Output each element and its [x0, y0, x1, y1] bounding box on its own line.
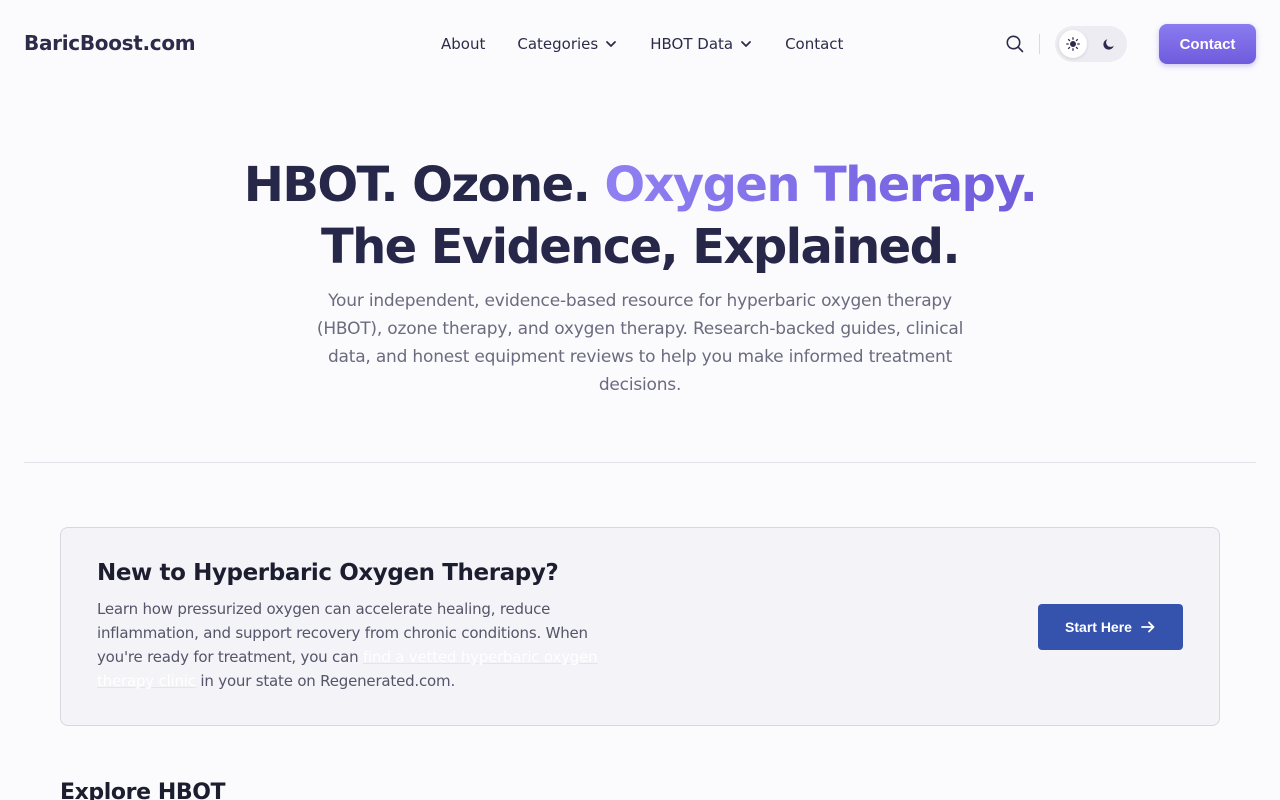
hero-title-part1: HBOT. Ozone.	[243, 157, 605, 213]
chevron-down-icon	[741, 41, 751, 47]
callout-body: Learn how pressurized oxygen can acceler…	[97, 597, 612, 693]
search-icon	[1006, 35, 1024, 53]
explore-hbot-heading: Explore HBOT	[60, 780, 226, 800]
start-here-button[interactable]: Start Here	[1038, 604, 1183, 650]
nav-item-hbot-data[interactable]: HBOT Data	[650, 35, 753, 53]
search-button[interactable]	[1004, 33, 1026, 55]
nav-item-label: About	[441, 35, 486, 53]
brand-logo[interactable]: BaricBoost.com	[24, 31, 196, 55]
start-here-label: Start Here	[1065, 619, 1132, 635]
nav-item-label: Contact	[785, 35, 844, 53]
callout-title: New to Hyperbaric Oxygen Therapy?	[97, 560, 559, 586]
hero-title-accent: Oxygen Therapy.	[604, 157, 1037, 213]
theme-toggle[interactable]	[1055, 26, 1127, 62]
theme-light-option[interactable]	[1059, 30, 1087, 58]
main-nav: About Categories HBOT Data Contact	[441, 33, 843, 55]
new-to-hbot-callout: New to Hyperbaric Oxygen Therapy? Learn …	[60, 527, 1220, 726]
hero-title: HBOT. Ozone. Oxygen Therapy. The Evidenc…	[200, 154, 1080, 278]
callout-body-text-end: in your state on Regenerated.com.	[195, 672, 456, 690]
moon-icon	[1103, 39, 1114, 50]
hero-title-part2: The Evidence, Explained.	[320, 219, 961, 275]
nav-item-categories[interactable]: Categories	[517, 35, 618, 53]
nav-item-contact[interactable]: Contact	[785, 35, 843, 53]
hero-subtitle: Your independent, evidence-based resourc…	[316, 291, 964, 395]
site-header: BaricBoost.com About Categories HBOT Dat…	[0, 0, 1280, 88]
arrow-right-icon	[1141, 621, 1155, 633]
contact-button[interactable]: Contact	[1159, 24, 1256, 64]
header-divider	[1039, 34, 1040, 54]
nav-item-label: HBOT Data	[650, 35, 734, 53]
theme-dark-option[interactable]	[1095, 30, 1123, 58]
section-divider	[24, 462, 1256, 463]
chevron-down-icon	[606, 41, 617, 47]
sun-icon	[1066, 37, 1080, 51]
nav-item-about[interactable]: About	[441, 35, 485, 53]
nav-item-label: Categories	[517, 35, 599, 53]
